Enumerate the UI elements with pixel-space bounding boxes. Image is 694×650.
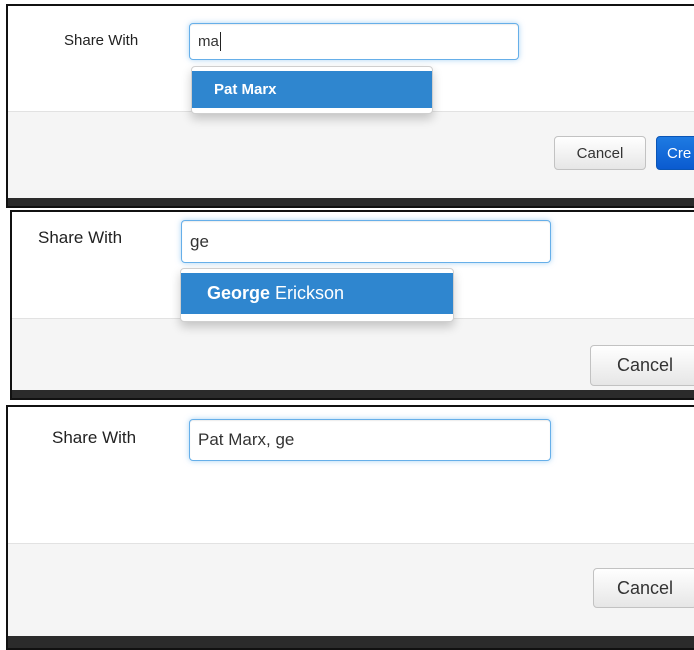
cancel-button[interactable]: Cancel bbox=[590, 345, 694, 386]
suggestion-option-pat-marx[interactable]: Pat Marx bbox=[192, 71, 432, 108]
dark-bottom-bar bbox=[8, 636, 694, 648]
cancel-button[interactable]: Cancel bbox=[593, 568, 694, 608]
suggestion-rest-text: Erickson bbox=[270, 283, 345, 303]
suggestion-dropdown: Pat Marx bbox=[191, 66, 433, 114]
suggestion-dropdown: George Erickson bbox=[180, 268, 454, 322]
create-button[interactable]: Cre bbox=[656, 136, 694, 170]
share-with-input-value: ge bbox=[190, 231, 209, 251]
dialog-footer bbox=[8, 543, 694, 636]
share-with-label: Share With bbox=[52, 428, 137, 447]
dark-bottom-bar bbox=[8, 198, 694, 206]
suggestion-option-george-erickson[interactable]: George Erickson bbox=[181, 273, 453, 314]
share-dialog-step-2: Share With ge George Erickson Cancel bbox=[10, 210, 694, 400]
share-with-input-value: ma bbox=[198, 33, 219, 50]
dark-bottom-bar bbox=[12, 390, 694, 398]
share-with-input[interactable]: Pat Marx, ge bbox=[189, 419, 551, 461]
cancel-button[interactable]: Cancel bbox=[554, 136, 646, 170]
share-with-label: Share With bbox=[64, 32, 139, 49]
share-with-input-value: Pat Marx, ge bbox=[198, 430, 295, 449]
share-with-input[interactable]: ma bbox=[189, 23, 519, 60]
suggestion-match-text: Pat Marx bbox=[214, 81, 277, 98]
share-with-input[interactable]: ge bbox=[181, 220, 551, 263]
share-with-label: Share With bbox=[38, 228, 123, 247]
text-caret bbox=[219, 32, 221, 51]
share-dialog-step-3: Share With Pat Marx, ge Cancel bbox=[6, 405, 694, 650]
share-dialog-step-1: Share With ma Pat Marx Cancel Cre bbox=[6, 4, 694, 208]
suggestion-match-text: George bbox=[207, 283, 271, 303]
